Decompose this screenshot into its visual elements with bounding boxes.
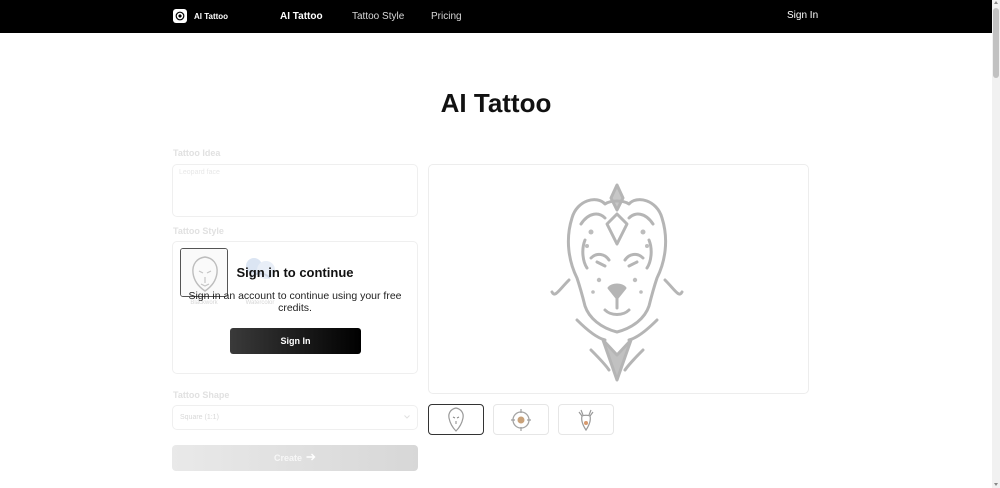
scroll-down-icon[interactable]: [994, 483, 998, 486]
tattoo-preview: [428, 164, 809, 394]
leopard-tattoo-image: [550, 183, 684, 382]
tattoo-shape-label: Tattoo Shape: [173, 390, 230, 400]
tattoo-shape-select[interactable]: Square (1:1): [172, 405, 418, 430]
page-title: AI Tattoo: [440, 88, 552, 118]
example-thumbnail-ornament[interactable]: [493, 404, 549, 435]
scrollbar-thumb[interactable]: [993, 8, 999, 78]
tattoo-style-label: Tattoo Style: [173, 226, 224, 236]
brand[interactable]: AI Tattoo: [173, 9, 228, 23]
nav-sign-in-link[interactable]: Sign In: [787, 10, 818, 21]
brand-name: AI Tattoo: [194, 11, 229, 21]
page-scrollbar[interactable]: [992, 0, 1000, 488]
create-button-label: Create: [273, 453, 302, 463]
top-navbar: AI Tattoo AI Tattoo Tattoo Style Pricing…: [0, 0, 992, 33]
nav-link-ai-tattoo[interactable]: AI Tattoo: [280, 11, 323, 22]
tattoo-idea-input[interactable]: Leopard face: [172, 164, 418, 217]
chevron-down-icon: [404, 414, 410, 421]
nav-link-pricing[interactable]: Pricing: [431, 11, 462, 22]
nav-link-tattoo-style[interactable]: Tattoo Style: [352, 11, 404, 22]
scroll-up-icon[interactable]: [994, 1, 998, 4]
tattoo-shape-value: Square (1:1): [180, 414, 219, 421]
tattoo-logo-icon: [173, 9, 187, 23]
example-thumbnail-deer[interactable]: [558, 404, 614, 435]
sign-in-prompt-title: Sign in to continue: [236, 265, 354, 280]
create-button[interactable]: Create: [172, 445, 418, 471]
example-thumbnail-leopard[interactable]: [428, 404, 484, 435]
sign-in-prompt-text: Sign in an account to continue using you…: [188, 290, 402, 314]
sign-in-button[interactable]: Sign In: [230, 328, 361, 354]
tattoo-idea-label: Tattoo Idea: [173, 148, 221, 158]
arrow-right-icon: [306, 453, 316, 463]
